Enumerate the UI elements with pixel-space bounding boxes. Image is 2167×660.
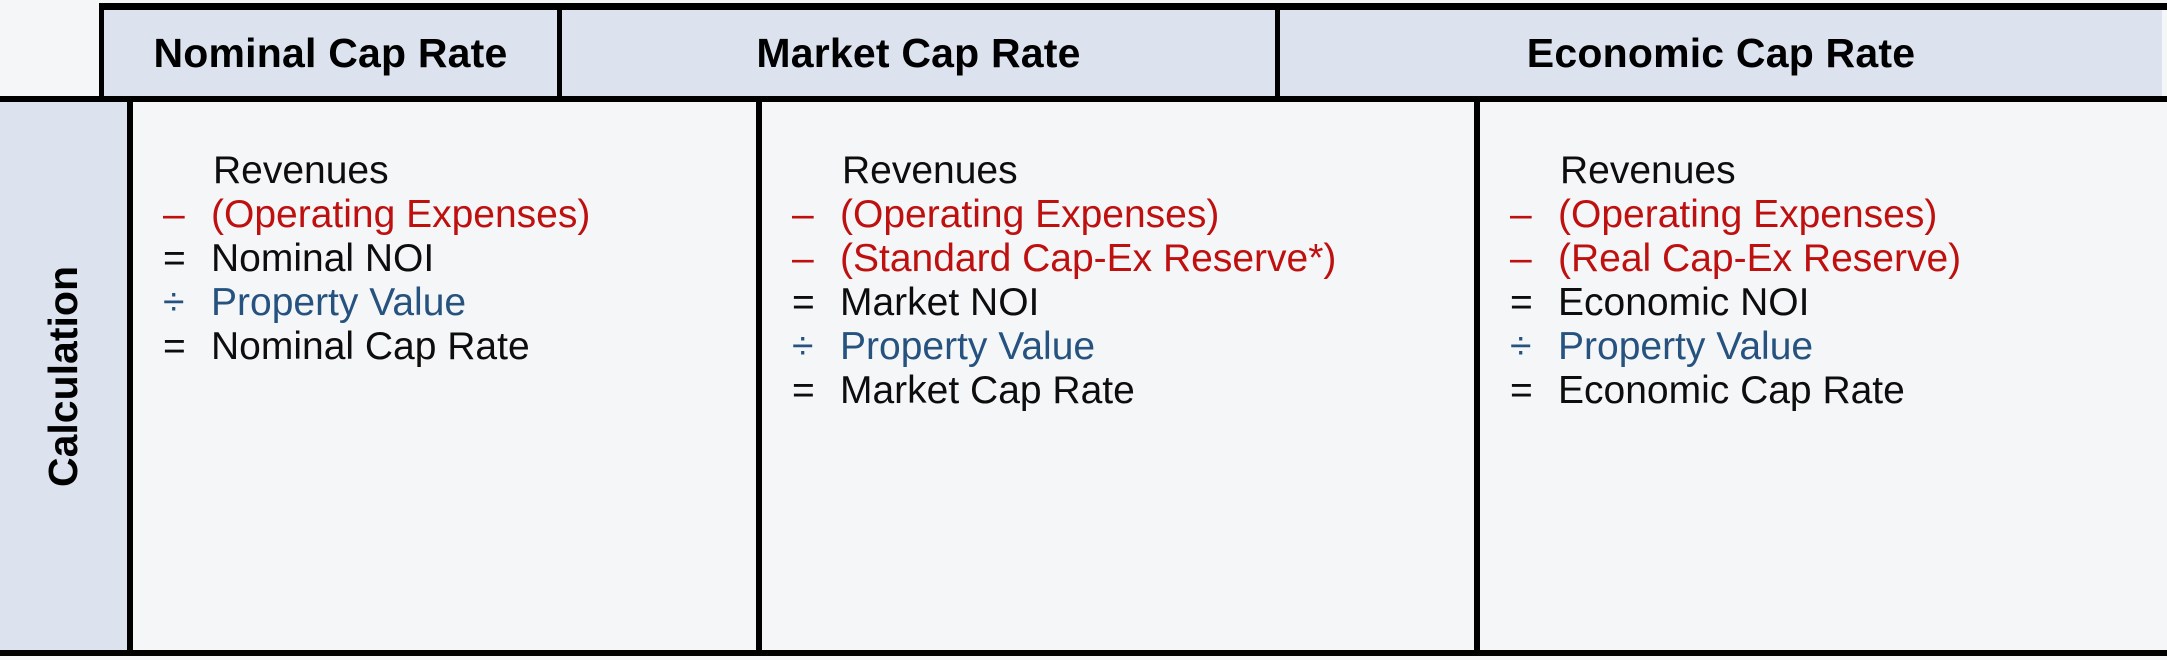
calculation-line: = Economic NOI	[1510, 281, 2161, 325]
calculation-line-text: Economic Cap Rate	[1558, 369, 1905, 412]
calculation-line: = Nominal NOI	[163, 237, 756, 281]
calculation-line: =Revenues	[792, 149, 1474, 193]
calculation-line: – (Operating Expenses)	[1510, 193, 2161, 237]
calculation-line: – (Operating Expenses)	[163, 193, 756, 237]
calculation-operator: =	[792, 369, 815, 412]
calculation-line: – (Standard Cap-Ex Reserve*)	[792, 237, 1474, 281]
calculation-line-text: Property Value	[211, 281, 467, 324]
calculation-operator: –	[1510, 193, 1532, 236]
calculation-line-text: (Operating Expenses)	[1558, 193, 1938, 236]
calculation-line-text: Revenues	[1560, 149, 1736, 192]
calculation-operator: ÷	[1510, 325, 1532, 368]
table-body-row: Calculation =Revenues–(Operating Expense…	[0, 96, 2167, 656]
calculation-line: ÷ Property Value	[163, 281, 756, 325]
calculation-line: – (Real Cap-Ex Reserve)	[1510, 237, 2161, 281]
calculation-line-text: (Operating Expenses)	[840, 193, 1220, 236]
calculation-line-text: (Real Cap-Ex Reserve)	[1558, 237, 1962, 280]
column-header-nominal-cap-rate: Nominal Cap Rate	[99, 10, 562, 96]
calculation-line: = Market NOI	[792, 281, 1474, 325]
calculation-operator: =	[1510, 281, 1533, 324]
calculation-line-text: (Operating Expenses)	[211, 193, 591, 236]
calculation-line: = Market Cap Rate	[792, 369, 1474, 413]
column-header-economic-cap-rate: Economic Cap Rate	[1280, 10, 2162, 96]
calculation-line-text: Market Cap Rate	[840, 369, 1135, 412]
row-label-calculation: Calculation	[0, 102, 133, 650]
calculation-line: = Nominal Cap Rate	[163, 325, 756, 369]
calculation-cell-nominal: =Revenues–(Operating Expenses)=Nominal N…	[133, 102, 762, 650]
calculation-line: ÷ Property Value	[792, 325, 1474, 369]
calculation-cell-economic: =Revenues–(Operating Expenses)–(Real Cap…	[1480, 102, 2161, 650]
calculation-line: =Revenues	[163, 149, 756, 193]
row-label-calculation-text: Calculation	[40, 265, 87, 487]
calculation-operator: =	[163, 237, 186, 280]
cap-rate-comparison-table: Nominal Cap Rate Market Cap Rate Economi…	[0, 0, 2167, 660]
calculation-line-text: Property Value	[840, 325, 1096, 368]
calculation-line: – (Operating Expenses)	[792, 193, 1474, 237]
calculation-operator: =	[1510, 369, 1533, 412]
calculation-line-text: (Standard Cap-Ex Reserve*)	[840, 237, 1337, 280]
calculation-line-text: Property Value	[1558, 325, 1814, 368]
calculation-line-text: Economic NOI	[1558, 281, 1810, 324]
calculation-line: = Economic Cap Rate	[1510, 369, 2161, 413]
calculation-operator: ÷	[792, 325, 814, 368]
table-header-row: Nominal Cap Rate Market Cap Rate Economi…	[99, 3, 2167, 96]
calculation-operator: =	[792, 281, 815, 324]
calculation-operator: –	[792, 193, 814, 236]
calculation-operator: =	[163, 325, 186, 368]
calculation-cell-market: =Revenues–(Operating Expenses)–(Standard…	[762, 102, 1480, 650]
calculation-line: ÷ Property Value	[1510, 325, 2161, 369]
calculation-line-text: Nominal NOI	[211, 237, 435, 280]
calculation-line: =Revenues	[1510, 149, 2161, 193]
calculation-operator: ÷	[163, 281, 185, 324]
column-header-market-cap-rate: Market Cap Rate	[562, 10, 1280, 96]
calculation-line-text: Revenues	[213, 149, 389, 192]
calculation-line-text: Nominal Cap Rate	[211, 325, 530, 368]
calculation-line-text: Market NOI	[840, 281, 1040, 324]
calculation-operator: –	[1510, 237, 1532, 280]
calculation-line-text: Revenues	[842, 149, 1018, 192]
calculation-operator: –	[163, 193, 185, 236]
calculation-operator: –	[792, 237, 814, 280]
